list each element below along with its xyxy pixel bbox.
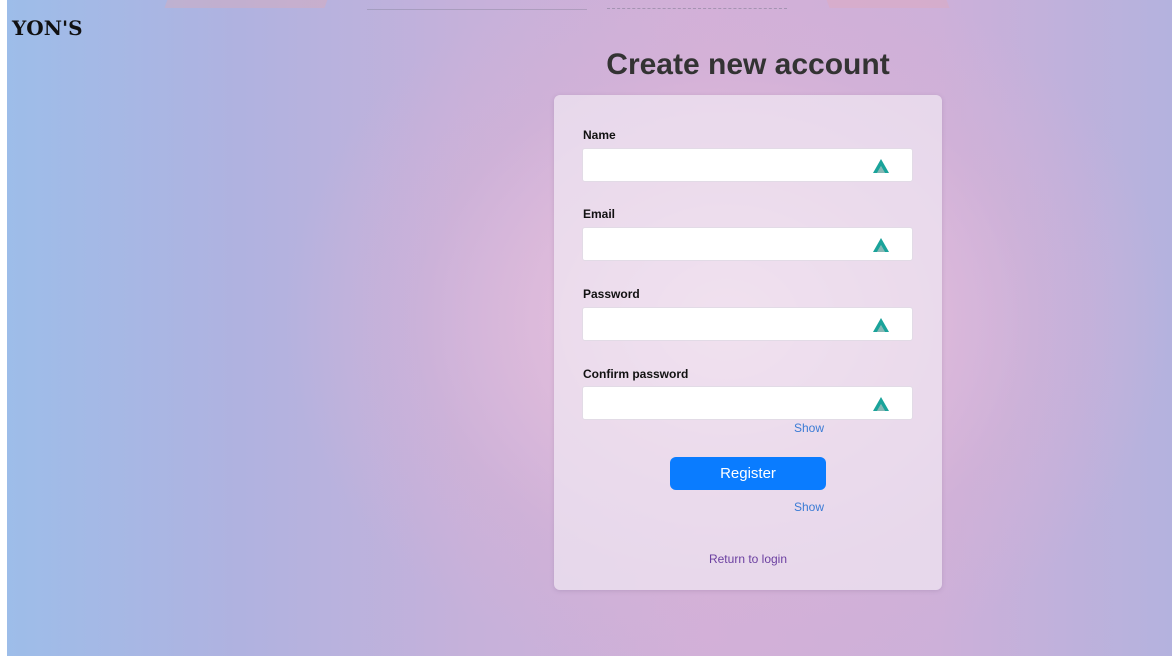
password-label: Password xyxy=(583,287,640,301)
email-label: Email xyxy=(583,207,616,221)
password-input[interactable] xyxy=(583,308,869,340)
name-label: Name xyxy=(583,128,616,142)
name-input[interactable] xyxy=(583,149,869,181)
email-input[interactable] xyxy=(583,228,869,260)
password-field[interactable] xyxy=(582,307,913,341)
show-password-link[interactable]: Show xyxy=(794,421,824,435)
show-confirm-password-link[interactable]: Show xyxy=(794,500,824,514)
password-manager-icon[interactable] xyxy=(872,237,890,253)
brand-logo[interactable]: YON'S xyxy=(12,16,83,40)
password-manager-icon[interactable] xyxy=(872,396,890,412)
password-manager-icon[interactable] xyxy=(872,317,890,333)
return-to-login-link[interactable]: Return to login xyxy=(554,552,942,566)
confirm-password-input[interactable] xyxy=(583,387,869,419)
password-manager-icon[interactable] xyxy=(872,158,890,174)
register-card: Name Email Password Confirm password Sho… xyxy=(554,95,942,590)
email-field[interactable] xyxy=(582,227,913,261)
register-button[interactable]: Register xyxy=(670,457,826,490)
confirm-password-label: Confirm password xyxy=(583,367,689,381)
confirm-password-field[interactable] xyxy=(582,386,913,420)
name-field[interactable] xyxy=(582,148,913,182)
header-banner-fragment xyxy=(7,0,1172,14)
page-title: Create new account xyxy=(606,48,890,81)
